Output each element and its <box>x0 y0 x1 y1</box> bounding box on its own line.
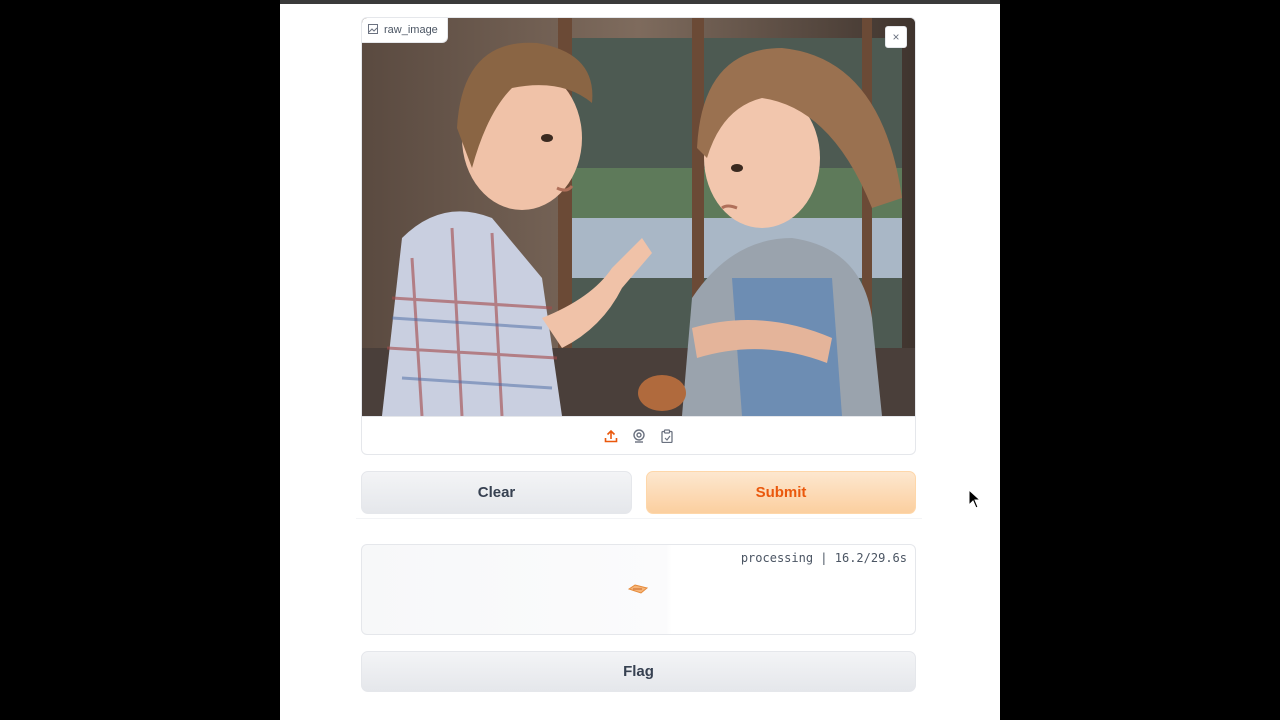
image-label: raw_image <box>384 24 438 36</box>
section-divider <box>356 518 922 519</box>
image-icon <box>368 23 378 37</box>
image-input-block: raw_image × <box>361 17 916 455</box>
image-illustration <box>362 18 915 416</box>
flag-button[interactable]: Flag <box>361 651 916 692</box>
clipboard-icon[interactable] <box>659 428 675 444</box>
uploaded-image <box>362 18 915 416</box>
submit-button[interactable]: Submit <box>646 471 916 514</box>
output-panel: processing | 16.2/29.6s <box>361 544 916 635</box>
app-page: raw_image × Clear Submit processing | 16… <box>280 0 1000 720</box>
upload-icon[interactable] <box>603 428 619 444</box>
mouse-cursor-icon <box>968 489 982 509</box>
clear-image-button[interactable]: × <box>885 26 907 48</box>
image-source-bar <box>362 416 915 454</box>
processing-status: processing | 16.2/29.6s <box>740 551 907 565</box>
clear-button[interactable]: Clear <box>361 471 632 514</box>
image-label-tag: raw_image <box>362 18 448 43</box>
top-border <box>280 0 1000 4</box>
loading-icon <box>627 584 649 594</box>
webcam-icon[interactable] <box>631 428 647 444</box>
